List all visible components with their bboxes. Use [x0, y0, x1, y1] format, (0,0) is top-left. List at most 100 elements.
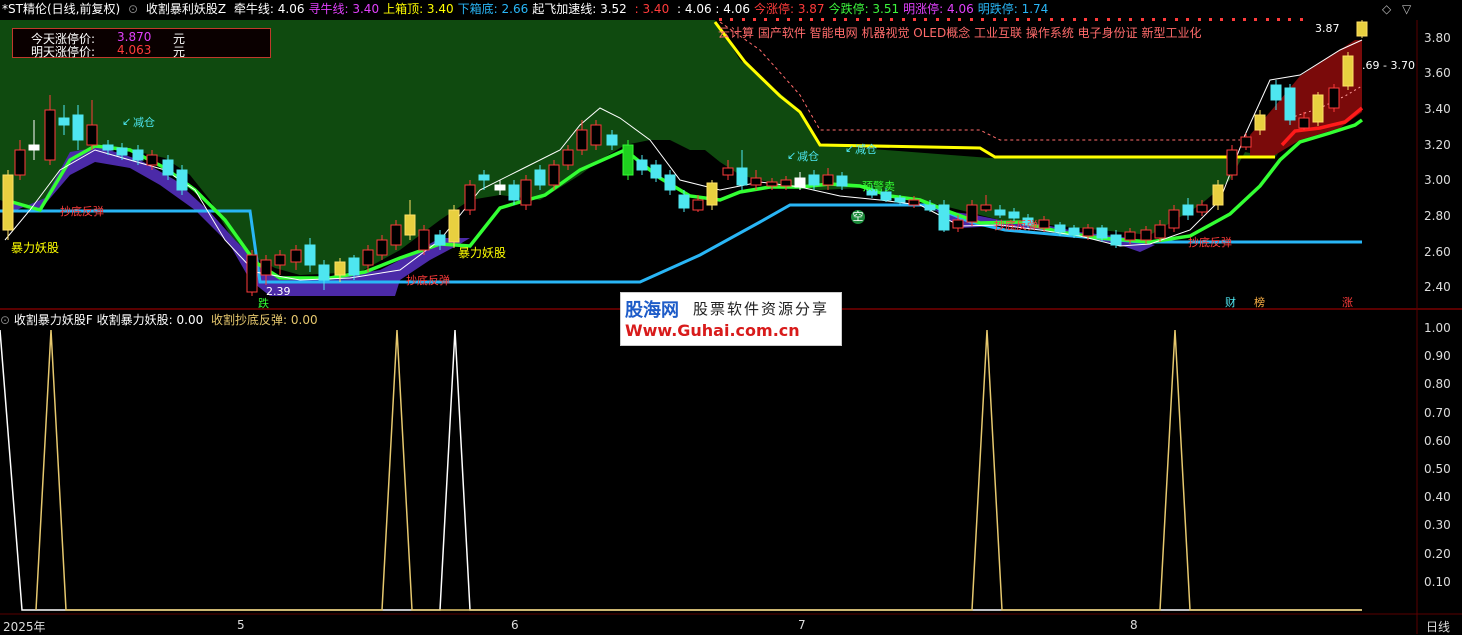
candle-body[interactable] [650, 164, 662, 179]
candle-body[interactable] [1038, 219, 1050, 229]
candle-body[interactable] [1270, 84, 1282, 101]
candle-body[interactable] [58, 117, 70, 126]
candle-body[interactable] [404, 214, 416, 236]
candle-body[interactable] [938, 204, 950, 231]
candle-body[interactable] [780, 179, 792, 187]
finance-event-marker[interactable]: 财 [1225, 294, 1236, 310]
candle-body[interactable] [14, 149, 26, 176]
candle-body[interactable] [1110, 234, 1122, 246]
candle-body[interactable] [576, 129, 588, 151]
candle-body[interactable] [274, 254, 286, 266]
candle-body[interactable] [146, 154, 158, 166]
candle-body[interactable] [1182, 204, 1194, 216]
candle-body[interactable] [766, 181, 778, 187]
candle-body[interactable] [348, 257, 360, 276]
candle-body[interactable] [692, 199, 704, 211]
candle-body[interactable] [822, 174, 834, 186]
candle-body[interactable] [1342, 55, 1354, 87]
candle-body[interactable] [562, 149, 574, 166]
candle-body[interactable] [1068, 227, 1080, 236]
candle-body[interactable] [246, 254, 258, 293]
candle-body[interactable] [636, 159, 648, 171]
limit-up-event-marker[interactable]: 涨 [1342, 294, 1353, 310]
collapse-icon[interactable]: ⊙ [128, 2, 138, 16]
candle-body[interactable] [750, 177, 762, 186]
candle-body[interactable] [534, 169, 546, 186]
candle-body[interactable] [1240, 136, 1252, 148]
candle-body[interactable] [28, 144, 40, 151]
candle-body[interactable] [290, 249, 302, 263]
candle-body[interactable] [390, 224, 402, 246]
candle-body[interactable] [664, 174, 676, 191]
candle-body[interactable] [736, 167, 748, 186]
candle-body[interactable] [464, 184, 476, 211]
candle-body[interactable] [132, 149, 144, 161]
arrow-icon: ↙ [122, 115, 132, 128]
candle-body[interactable] [1356, 21, 1368, 37]
candle-body[interactable] [418, 229, 430, 251]
candle-body[interactable] [1298, 117, 1310, 129]
candle-body[interactable] [706, 182, 718, 206]
candle-body[interactable] [434, 234, 446, 246]
candle-body[interactable] [334, 261, 346, 276]
candle-body[interactable] [548, 164, 560, 186]
candle-body[interactable] [86, 124, 98, 146]
candle-body[interactable] [260, 259, 272, 276]
candle-body[interactable] [836, 175, 848, 187]
candle-body[interactable] [894, 197, 906, 203]
candle-body[interactable] [2, 174, 14, 231]
candle-body[interactable] [1284, 87, 1296, 121]
prev-arrow-icon[interactable]: ◇ [1382, 2, 1391, 16]
candle-body[interactable] [606, 134, 618, 146]
candle-body[interactable] [1154, 224, 1166, 239]
candle-body[interactable] [72, 114, 84, 141]
candle-body[interactable] [508, 184, 520, 201]
candle-body[interactable] [980, 204, 992, 211]
candle-body[interactable] [994, 209, 1006, 216]
candle-body[interactable] [1082, 227, 1094, 237]
candle-body[interactable] [678, 194, 690, 209]
candle-body[interactable] [362, 249, 374, 266]
candle-body[interactable] [722, 167, 734, 176]
collapse-icon[interactable]: ⊙ [0, 313, 10, 327]
candle-body[interactable] [176, 169, 188, 191]
concept-tags[interactable]: 云计算 国产软件 智能电网 机器视觉 OLED概念 工业互联 操作系统 电子身份… [718, 24, 1201, 41]
candle-body[interactable] [1054, 224, 1066, 233]
candle-body[interactable] [1124, 231, 1136, 241]
candle-body[interactable] [44, 109, 56, 161]
candle-body[interactable] [162, 159, 174, 176]
candle-body[interactable] [966, 204, 978, 223]
candle-body[interactable] [478, 174, 490, 181]
candle-body[interactable] [102, 144, 114, 151]
candle-body[interactable] [924, 204, 936, 211]
candle-body[interactable] [1196, 204, 1208, 213]
candle-body[interactable] [318, 264, 330, 281]
candle-body[interactable] [116, 147, 128, 156]
stock-title[interactable]: *ST精伦(日线,前复权) [2, 2, 120, 16]
candle-body[interactable] [1312, 94, 1324, 123]
candle-body[interactable] [908, 199, 920, 206]
candle-body[interactable] [1140, 229, 1152, 241]
sub-indicator-title[interactable]: 收割暴力妖股F [14, 313, 93, 327]
candle-body[interactable] [494, 184, 506, 191]
candle-body[interactable] [590, 124, 602, 146]
candle-body[interactable] [376, 239, 388, 256]
price-tick-label: 3.40 [1424, 102, 1451, 117]
candle-body[interactable] [1254, 114, 1266, 131]
indicator-title[interactable]: 收割暴利妖股Z [146, 2, 226, 16]
candle-body[interactable] [952, 219, 964, 229]
candle-body[interactable] [1168, 209, 1180, 229]
candle-body[interactable] [448, 209, 460, 243]
period-selector[interactable]: 日线 [1426, 618, 1450, 635]
candle-body[interactable] [622, 144, 634, 176]
candle-body[interactable] [1096, 227, 1108, 239]
candle-body[interactable] [1212, 184, 1224, 206]
candle-body[interactable] [794, 177, 806, 188]
next-arrow-icon[interactable]: ▽ [1402, 2, 1411, 16]
candle-body[interactable] [1328, 87, 1340, 109]
candle-body[interactable] [1226, 149, 1238, 176]
ranking-event-marker[interactable]: 榜 [1254, 294, 1265, 310]
candle-body[interactable] [304, 244, 316, 266]
candle-body[interactable] [808, 174, 820, 186]
candle-body[interactable] [520, 179, 532, 206]
